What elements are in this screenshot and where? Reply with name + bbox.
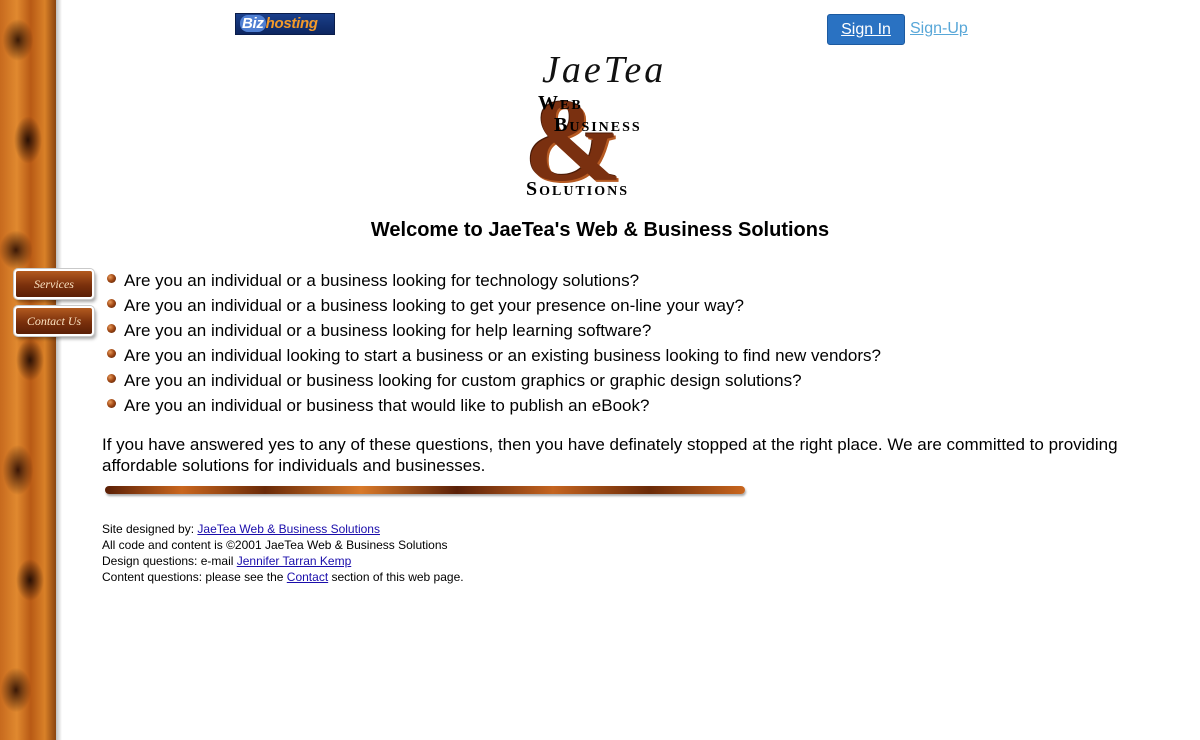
footer-design-questions: Design questions: e-mail Jennifer Tarran… (102, 553, 464, 569)
bullet-icon (107, 399, 116, 408)
question-text: Are you an individual or business that w… (124, 396, 650, 415)
footer: Site designed by: JaeTea Web & Business … (102, 521, 464, 585)
list-item: Are you an individual or a business look… (106, 268, 881, 293)
questions-list: Are you an individual or a business look… (106, 268, 881, 418)
bizhosting-logo-prefix: Biz (240, 15, 266, 32)
bullet-icon (107, 274, 116, 283)
footer-content-suffix: section of this web page. (328, 570, 464, 584)
logo-word-business: Business (554, 114, 642, 136)
list-item: Are you an individual or business that w… (106, 393, 881, 418)
page-title: Welcome to JaeTea's Web & Business Solut… (370, 219, 830, 241)
logo-word-solutions: Solutions (526, 178, 630, 200)
footer-content-prefix: Content questions: please see the (102, 570, 287, 584)
footer-designed-prefix: Site designed by: (102, 522, 198, 536)
jaetea-logo: & JaeTea Web Business Solutions (520, 48, 680, 203)
designer-link[interactable]: JaeTea Web & Business Solutions (197, 522, 380, 536)
footer-design-prefix: Design questions: e-mail (102, 554, 237, 568)
bullet-icon (107, 374, 116, 383)
decorative-divider (105, 486, 745, 494)
sign-up-link[interactable]: Sign-Up (910, 20, 968, 38)
designer-email-link[interactable]: Jennifer Tarran Kemp (237, 554, 352, 568)
contact-link[interactable]: Contact (287, 570, 328, 584)
nav-contact-us-button[interactable]: Contact Us (14, 306, 94, 336)
logo-brand: JaeTea (542, 49, 667, 91)
footer-designed-by: Site designed by: JaeTea Web & Business … (102, 521, 464, 537)
list-item: Are you an individual or a business look… (106, 318, 881, 343)
logo-word-web: Web (538, 92, 583, 114)
question-text: Are you an individual or a business look… (124, 321, 652, 340)
question-text: Are you an individual or a business look… (124, 296, 744, 315)
footer-copyright: All code and content is ©2001 JaeTea Web… (102, 538, 448, 552)
bizhosting-logo[interactable]: Biz hosting (235, 13, 335, 35)
list-item: Are you an individual or a business look… (106, 293, 881, 318)
question-text: Are you an individual looking to start a… (124, 346, 881, 365)
nav-services-button[interactable]: Services (14, 269, 94, 299)
decorative-wood-strip (0, 0, 62, 740)
bullet-icon (107, 349, 116, 358)
sign-in-button[interactable]: Sign In (827, 14, 905, 45)
bizhosting-logo-suffix: hosting (265, 15, 318, 32)
bullet-icon (107, 299, 116, 308)
list-item: Are you an individual or business lookin… (106, 368, 881, 393)
question-text: Are you an individual or a business look… (124, 271, 640, 290)
footer-content-questions: Content questions: please see the Contac… (102, 569, 464, 585)
answer-paragraph: If you have answered yes to any of these… (102, 435, 1118, 475)
question-text: Are you an individual or business lookin… (124, 371, 802, 390)
bullet-icon (107, 324, 116, 333)
list-item: Are you an individual looking to start a… (106, 343, 881, 368)
